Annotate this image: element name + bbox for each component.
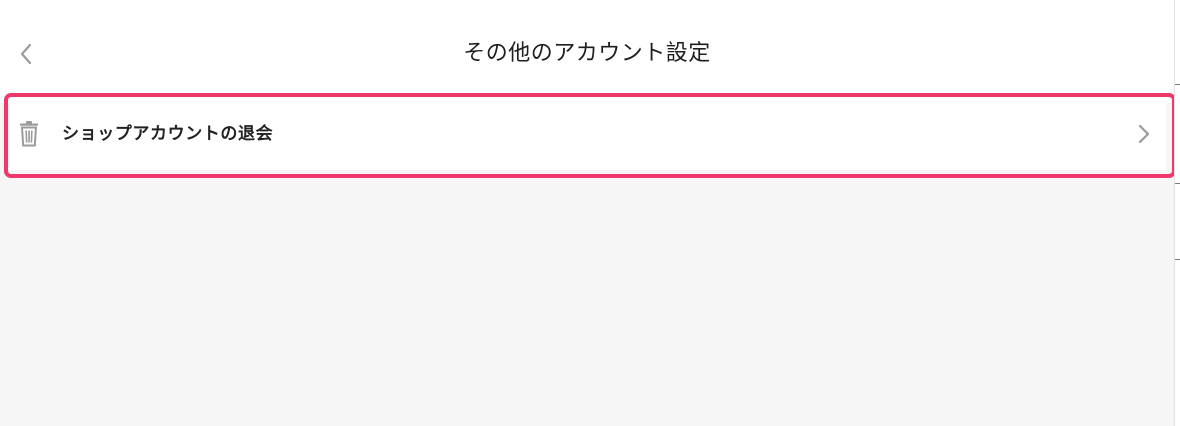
app-window: その他のアカウント設定 ショップアカウントの退会: [0, 0, 1180, 426]
edge-mark: [1175, 259, 1180, 260]
delete-shop-account-item[interactable]: ショップアカウントの退会: [10, 98, 1166, 170]
settings-screen: その他のアカウント設定 ショップアカウントの退会: [0, 0, 1176, 426]
window-edge: [1174, 0, 1180, 426]
delete-shop-account-label: ショップアカウントの退会: [62, 124, 274, 144]
chevron-right-icon: [1138, 124, 1150, 144]
trash-icon: [20, 121, 38, 147]
header-bar: その他のアカウント設定: [0, 0, 1174, 103]
edge-mark: [1175, 84, 1180, 85]
page-title: その他のアカウント設定: [463, 41, 711, 66]
edge-mark: [1175, 183, 1180, 184]
